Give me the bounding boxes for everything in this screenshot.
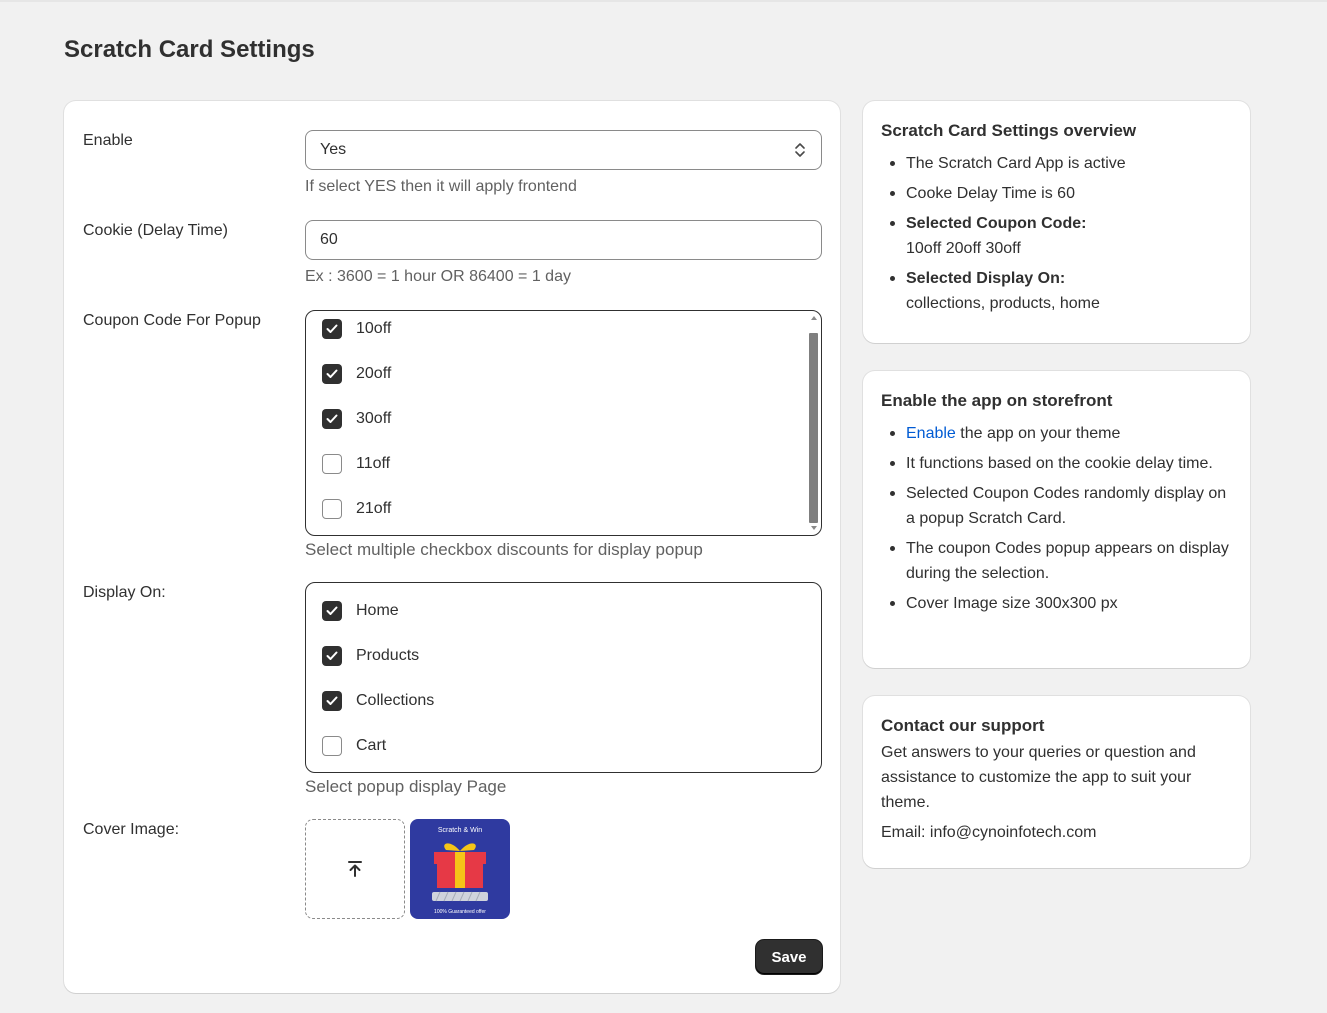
checkbox-checked[interactable]	[322, 318, 342, 339]
list-item: Enable the app on your theme	[881, 421, 1232, 446]
checkbox-unchecked[interactable]	[322, 453, 342, 474]
thumbnail-caption: 100% Guaranteed offer	[434, 909, 486, 915]
overview-title: Scratch Card Settings overview	[881, 121, 1137, 140]
coupon-option-30off[interactable]: 30off	[306, 396, 821, 441]
enable-link-rest: the app on your theme	[955, 425, 1121, 442]
checkbox-checked[interactable]	[322, 690, 342, 711]
storefront-card: Enable the app on storefront Enable the …	[863, 371, 1250, 668]
coupon-option-21off[interactable]: 21off	[306, 486, 821, 531]
checkbox-checked[interactable]	[322, 363, 342, 384]
display-on-help: Select popup display Page	[305, 777, 507, 796]
settings-card: Enable Yes If select YES then it will ap…	[64, 101, 840, 993]
checkbox-checked[interactable]	[322, 645, 342, 666]
coupon-help: Select multiple checkbox discounts for d…	[305, 540, 703, 559]
display-option-label: Home	[356, 601, 399, 619]
list-item: The Scratch Card App is active	[881, 151, 1232, 176]
display-on-label: Display On:	[83, 584, 166, 601]
enable-select[interactable]: Yes	[305, 130, 822, 170]
support-text: Get answers to your queries or question …	[881, 744, 1196, 811]
cookie-help: Ex : 3600 = 1 hour OR 86400 = 1 day	[305, 268, 571, 285]
checkbox-unchecked[interactable]	[322, 498, 342, 519]
coupon-option-10off[interactable]: 10off	[306, 311, 821, 351]
coupon-option-label: 20off	[356, 364, 392, 382]
scrollbar-thumb[interactable]	[809, 333, 818, 523]
image-upload-dropzone[interactable]	[305, 819, 405, 919]
coupon-option-label: 30off	[356, 409, 392, 427]
list-item: The coupon Codes popup appears on displa…	[881, 536, 1232, 586]
cookie-input[interactable]: 60	[305, 220, 822, 260]
support-email: Email: info@cynoinfotech.com	[881, 824, 1097, 841]
list-item: Selected Display On: collections, produc…	[881, 266, 1232, 316]
enable-link[interactable]: Enable	[906, 425, 956, 442]
display-option-cart[interactable]: Cart	[306, 723, 821, 768]
scroll-up-icon[interactable]	[811, 316, 817, 320]
display-option-label: Collections	[356, 691, 435, 709]
display-summary-label: Selected Display On:	[906, 270, 1066, 287]
display-option-home[interactable]: Home	[306, 588, 821, 633]
overview-card: Scratch Card Settings overview The Scrat…	[863, 101, 1250, 343]
enable-help: If select YES then it will apply fronten…	[305, 178, 577, 195]
enable-select-value: Yes	[320, 141, 347, 158]
support-title: Contact our support	[881, 716, 1045, 735]
list-item: Selected Coupon Codes randomly display o…	[881, 481, 1232, 531]
gift-icon	[432, 843, 488, 902]
upload-icon	[348, 861, 362, 877]
checkbox-checked[interactable]	[322, 600, 342, 621]
list-item: It functions based on the cookie delay t…	[881, 451, 1232, 476]
coupon-list[interactable]: 10off 20off 30off 11off 21off	[305, 310, 822, 536]
storefront-list: Enable the app on your theme It function…	[881, 421, 1232, 616]
coupon-summary-label: Selected Coupon Code:	[906, 215, 1087, 232]
save-button[interactable]: Save	[756, 940, 822, 974]
page-title: Scratch Card Settings	[64, 36, 315, 63]
coupon-option-20off[interactable]: 20off	[306, 351, 821, 396]
select-chevrons-icon	[795, 143, 805, 157]
list-item: Cover Image size 300x300 px	[881, 591, 1232, 616]
display-option-collections[interactable]: Collections	[306, 678, 821, 723]
cover-image-label: Cover Image:	[83, 821, 180, 838]
storefront-title: Enable the app on storefront	[881, 391, 1113, 410]
coupon-summary-value: 10off 20off 30off	[906, 240, 1021, 257]
checkbox-unchecked[interactable]	[322, 735, 342, 756]
cookie-label: Cookie (Delay Time)	[83, 222, 228, 239]
display-option-label: Cart	[356, 736, 387, 754]
list-item: Cooke Delay Time is 60	[881, 181, 1232, 206]
list-item: Selected Coupon Code: 10off 20off 30off	[881, 211, 1232, 261]
coupon-option-label: 10off	[356, 319, 392, 337]
scroll-down-icon[interactable]	[811, 526, 817, 530]
support-card: Contact our support Get answers to your …	[863, 696, 1250, 868]
coupon-label: Coupon Code For Popup	[83, 312, 261, 329]
coupon-option-11off[interactable]: 11off	[306, 441, 821, 486]
coupon-option-label: 11off	[356, 454, 391, 472]
coupon-option-label: 21off	[356, 499, 392, 517]
overview-list: The Scratch Card App is active Cooke Del…	[881, 151, 1232, 316]
display-option-label: Products	[356, 646, 420, 664]
cover-image-thumbnail[interactable]: Scratch & Win 100% Guaranteed offer	[410, 819, 510, 919]
checkbox-checked[interactable]	[322, 408, 342, 429]
display-option-products[interactable]: Products	[306, 633, 821, 678]
display-summary-value: collections, products, home	[906, 295, 1100, 312]
display-on-list[interactable]: Home Products Collections Cart	[305, 582, 822, 773]
cookie-input-value: 60	[320, 231, 338, 248]
enable-label: Enable	[83, 132, 133, 149]
